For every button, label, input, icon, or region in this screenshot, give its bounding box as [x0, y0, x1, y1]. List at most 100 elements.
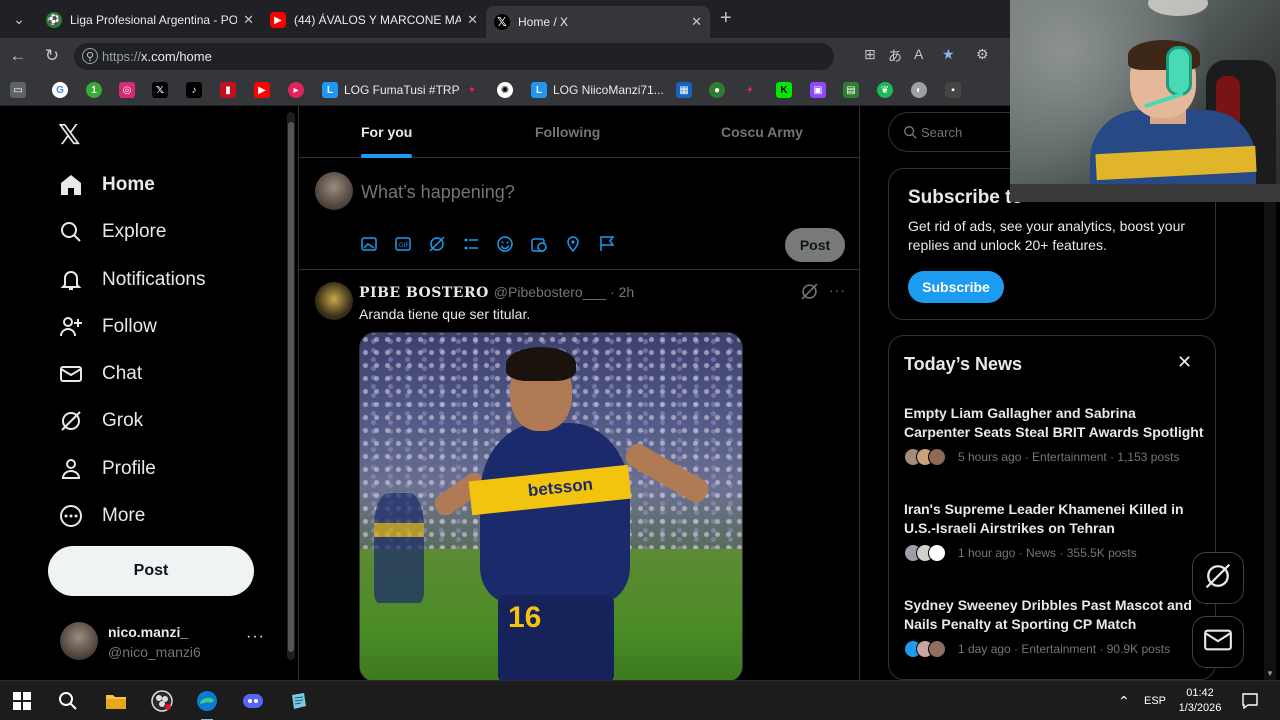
news-item[interactable]: Empty Liam Gallagher and Sabrina Carpent… [904, 404, 1204, 466]
post-button[interactable]: Post [48, 546, 254, 596]
nav-notifications[interactable]: Notifications [58, 265, 206, 295]
tray-chevron-up-icon[interactable]: ⌃ [1118, 693, 1130, 710]
tweet-image[interactable]: betsson 16 [359, 332, 743, 680]
composer-post-button[interactable]: Post [785, 228, 845, 262]
tweet[interactable]: PIBE BOSTERO @Pibebostero___ · 2h ··· Ar… [299, 270, 859, 680]
bookmark-green-leaf[interactable]: ❦ [877, 82, 893, 98]
schedule-icon[interactable] [531, 234, 565, 254]
messages-floating-button[interactable] [1192, 616, 1244, 668]
reload-icon[interactable]: ↻ [42, 46, 62, 66]
bookmark-grid[interactable]: ▦ [676, 82, 692, 98]
bookmark-x[interactable]: 𝕏 [152, 82, 168, 98]
x-logo-icon[interactable]: 𝕏 [58, 118, 81, 151]
nav-home[interactable]: Home [58, 170, 155, 200]
bookmark-twitch[interactable]: ▣ [810, 82, 826, 98]
extensions-icon[interactable]: ⚙ [976, 46, 989, 63]
tab-for-you[interactable]: For you [361, 106, 413, 158]
address-bar[interactable]: ⚲ https://x.com/home [74, 43, 834, 70]
bookmark-instagram[interactable]: ◎ [119, 82, 135, 98]
avatar[interactable] [315, 282, 353, 320]
edge-browser-icon[interactable] [195, 689, 219, 720]
bookmark-dark[interactable]: ▪ [945, 82, 961, 98]
sidebar-scrollbar[interactable] [287, 112, 295, 660]
subscribe-button[interactable]: Subscribe [908, 271, 1004, 303]
gif-icon[interactable]: GIF [395, 234, 429, 254]
emoji-icon[interactable] [497, 234, 531, 254]
bookmark-red[interactable]: ▮ [220, 82, 236, 98]
taskbar-clock[interactable]: 01:42 1/3/2026 [1172, 686, 1228, 716]
discord-icon[interactable] [241, 689, 265, 713]
account-more-icon[interactable]: ··· [246, 628, 265, 646]
bookmark-play[interactable]: ▸ [288, 82, 304, 98]
bookmark-red-star[interactable]: ✦ [742, 82, 758, 98]
nav-home-label: Home [102, 174, 155, 195]
close-tab-icon[interactable]: ✕ [691, 14, 702, 30]
bookmark-diamond[interactable]: ✦ [464, 82, 480, 98]
browser-tab-youtube[interactable]: ▶ (44) ÁVALOS Y MARCONE MARCA ✕ [262, 6, 486, 34]
bookmark-gray-globe[interactable]: ◐ [911, 82, 927, 98]
tweet-author-handle[interactable]: @Pibebostero___ [494, 284, 606, 300]
bookmark-apps[interactable]: ▭ [10, 82, 26, 98]
composer-input[interactable]: What’s happening? [361, 182, 515, 203]
translate-icon[interactable]: あ [888, 46, 902, 66]
language-indicator[interactable]: ESP [1144, 695, 1166, 707]
close-tab-icon[interactable]: ✕ [467, 12, 478, 28]
obs-icon[interactable] [150, 689, 174, 713]
news-title: Iran's Supreme Leader Khamenei Killed in… [904, 501, 1184, 536]
nav-explore[interactable]: Explore [58, 217, 166, 247]
nav-follow[interactable]: Follow [58, 312, 157, 342]
nav-grok[interactable]: Grok [58, 406, 143, 436]
back-arrow-icon[interactable]: ← [8, 46, 28, 66]
news-meta: 1 day ago · Entertainment · 90.9K posts [904, 640, 1204, 658]
bookmark-tiktok[interactable]: ♪ [186, 82, 202, 98]
grok-icon[interactable] [801, 283, 818, 305]
taskbar-search-icon[interactable] [56, 689, 80, 713]
media-icon[interactable] [361, 234, 395, 254]
nav-chat[interactable]: Chat [58, 359, 142, 389]
browser-tab-liga[interactable]: ⚽ Liga Profesional Argentina - POSIC ✕ [38, 6, 262, 34]
close-tab-icon[interactable]: ✕ [243, 12, 254, 28]
windows-start-icon[interactable] [10, 689, 34, 713]
tab-following[interactable]: Following [535, 106, 600, 158]
read-aloud-icon[interactable]: A [914, 46, 923, 62]
notification-center-icon[interactable] [1238, 689, 1262, 713]
new-tab-icon[interactable]: + [720, 8, 732, 28]
site-info-icon[interactable]: ⚲ [82, 48, 98, 64]
avatar [928, 544, 946, 562]
notepad-icon[interactable] [287, 689, 311, 713]
app-grid-icon[interactable]: ⊞ [864, 46, 876, 63]
location-icon[interactable] [565, 234, 599, 254]
bookmark-kick[interactable]: K [776, 82, 792, 98]
news-item[interactable]: Iran's Supreme Leader Khamenei Killed in… [904, 500, 1204, 562]
scrollbar-thumb[interactable] [288, 122, 294, 652]
favorite-star-icon[interactable]: ★ [942, 46, 955, 63]
bookmark-green-box[interactable]: ▤ [843, 82, 859, 98]
tab-coscu-army[interactable]: Coscu Army [721, 106, 803, 158]
close-icon[interactable]: ✕ [1177, 352, 1192, 373]
nav-profile[interactable]: Profile [58, 454, 156, 484]
profile-icon [58, 456, 84, 482]
tweet-author-name[interactable]: PIBE BOSTERO [359, 285, 489, 301]
bookmark-openai[interactable]: ✺ [497, 82, 513, 98]
browser-tab-x-home[interactable]: 𝕏 Home / X ✕ [486, 6, 710, 38]
bookmark-log-niicomanzi[interactable]: L LOG NiicoManzi71... [531, 82, 664, 98]
bookmark-green-globe[interactable]: ● [709, 82, 725, 98]
flag-icon[interactable] [599, 234, 633, 254]
grok-icon[interactable] [429, 234, 463, 254]
bookmark-youtube[interactable]: ▶ [254, 82, 270, 98]
news-item[interactable]: Sydney Sweeney Dribbles Past Mascot and … [904, 596, 1204, 658]
bookmark-google[interactable]: G [52, 82, 68, 98]
bookmark-1[interactable]: 1 [86, 82, 102, 98]
poll-icon[interactable] [463, 234, 497, 254]
account-switcher[interactable]: nico.manzi_ @nico_manzi6 ··· [60, 620, 270, 660]
scroll-down-icon[interactable]: ▼ [1266, 669, 1274, 678]
search-input[interactable]: Search [888, 112, 1028, 152]
log-l-icon: L [531, 82, 547, 98]
grok-floating-button[interactable] [1192, 552, 1244, 604]
tab-search-chevron-icon[interactable]: ⌄ [8, 8, 30, 30]
tweet-more-icon[interactable]: ··· [829, 282, 846, 298]
bookmark-log-fumatusi[interactable]: L LOG FumaTusi #TRP [322, 82, 460, 98]
nav-more[interactable]: More [58, 501, 145, 531]
file-explorer-icon[interactable] [104, 689, 128, 713]
tweet-timestamp[interactable]: · 2h [610, 284, 634, 300]
